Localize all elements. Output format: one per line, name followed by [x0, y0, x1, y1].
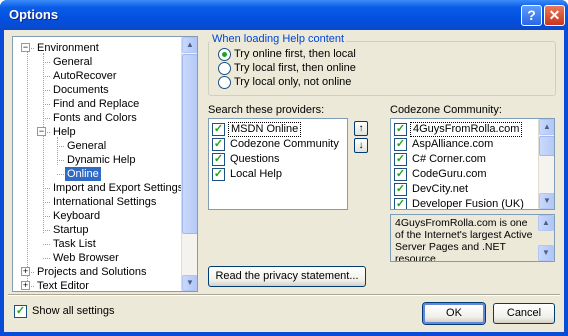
- codezone-label: Codezone Community:: [390, 104, 502, 116]
- ok-button[interactable]: OK: [423, 303, 485, 324]
- tree-item-label: Help: [53, 126, 76, 138]
- move-up-button[interactable]: ↑: [354, 121, 368, 136]
- dialog-body: Environment − General AutoRecover Documents F…: [4, 30, 564, 332]
- radio-button-icon[interactable]: [218, 62, 231, 75]
- description-scroll-down-button[interactable]: ▼: [538, 245, 554, 261]
- codezone-scroll-thumb[interactable]: [539, 136, 554, 156]
- description-scrollbar[interactable]: ▲ ▼: [538, 215, 554, 261]
- tree-expander-icon[interactable]: −: [37, 127, 46, 136]
- show-all-settings-check-icon: ✓: [14, 305, 27, 318]
- radio-button-icon[interactable]: [218, 48, 231, 61]
- tree-connector: [43, 216, 50, 217]
- providers-list[interactable]: ✓ MSDN Online ✓ Codezone Community ✓ Question…: [208, 118, 348, 210]
- settings-tree[interactable]: Environment − General AutoRecover Documents F…: [12, 36, 198, 292]
- tree-item-label: Online: [65, 167, 101, 181]
- help-loading-group-title: When loading Help content: [210, 33, 347, 45]
- list-item-label: MSDN Online: [228, 122, 302, 137]
- tree-item-label: Dynamic Help: [67, 154, 136, 166]
- cancel-button[interactable]: Cancel: [493, 303, 555, 324]
- privacy-statement-button[interactable]: Read the privacy statement...: [208, 266, 366, 287]
- close-button[interactable]: ✕: [544, 5, 565, 26]
- checkbox-icon[interactable]: ✓: [394, 183, 407, 196]
- tree-scroll-up-button[interactable]: ▲: [182, 37, 197, 53]
- checkbox-icon[interactable]: ✓: [394, 138, 407, 151]
- help-loading-option-label: Try online first, then local: [234, 48, 356, 60]
- list-item-label: 4GuysFromRolla.com: [410, 122, 523, 137]
- list-item-label: AspAlliance.com: [412, 138, 494, 150]
- move-down-button[interactable]: ↓: [354, 138, 368, 153]
- codezone-description: 4GuysFromRolla.com is one of the Interne…: [390, 214, 555, 262]
- tree-item-label: Documents: [53, 84, 109, 96]
- tree-item-label: Find and Replace: [53, 98, 140, 110]
- footer-separator: [8, 294, 560, 296]
- tree-connector: [57, 174, 64, 175]
- list-item-label: DevCity.net: [412, 183, 469, 195]
- codezone-list[interactable]: ✓ 4GuysFromRolla.com ✓ AspAlliance.com ✓ C# C…: [390, 118, 555, 210]
- checkbox-icon[interactable]: ✓: [212, 153, 225, 166]
- providers-label: Search these providers:: [208, 104, 325, 116]
- tree-item-label: Text Editor: [37, 280, 89, 292]
- tree-item-label: Startup: [53, 224, 89, 236]
- tree-item-label: Fonts and Colors: [53, 112, 137, 124]
- window-title: Options: [9, 7, 59, 22]
- description-scroll-up-button[interactable]: ▲: [538, 215, 554, 231]
- tree-connector-environment: [43, 53, 44, 233]
- tree-item-label: Import and Export Settings: [53, 182, 184, 194]
- tree-scroll-down-button[interactable]: ▼: [182, 275, 197, 291]
- list-item-label: Local Help: [230, 168, 282, 180]
- tree-connector: [43, 104, 50, 105]
- codezone-scrollbar[interactable]: ▲ ▼: [538, 119, 554, 209]
- tree-item-label: General: [53, 56, 93, 68]
- tree-item-label: Projects and Solutions: [37, 266, 147, 278]
- checkbox-icon[interactable]: ✓: [394, 153, 407, 166]
- list-item-label: C# Corner.com: [412, 153, 486, 165]
- tree-scroll-thumb[interactable]: [182, 54, 197, 234]
- tree-expander-icon[interactable]: +: [21, 267, 30, 276]
- show-all-settings-label: Show all settings: [32, 305, 115, 317]
- tree-connector: [43, 90, 50, 91]
- tree-connector: [43, 258, 50, 259]
- tree-item-label: Environment: [37, 42, 99, 54]
- tree-item-label: AutoRecover: [53, 70, 117, 82]
- tree-connector: [57, 160, 64, 161]
- help-button[interactable]: ?: [521, 5, 542, 26]
- checkbox-icon[interactable]: ✓: [394, 123, 407, 136]
- tree-connector: [43, 244, 50, 245]
- list-item-label: CodeGuru.com: [412, 168, 487, 180]
- tree-connector: [57, 146, 64, 147]
- tree-scrollbar[interactable]: ▲ ▼: [181, 37, 197, 291]
- checkbox-icon[interactable]: ✓: [212, 168, 225, 181]
- title-bar[interactable]: Options ? ✕: [0, 0, 568, 30]
- help-loading-option-label: Try local first, then online: [234, 62, 356, 74]
- codezone-scroll-down-button[interactable]: ▼: [539, 193, 554, 209]
- radio-button-icon[interactable]: [218, 76, 231, 89]
- tree-connector-root: [27, 49, 28, 289]
- tree-connector: [43, 188, 50, 189]
- codezone-scroll-up-button[interactable]: ▲: [539, 119, 554, 135]
- tree-expander-icon[interactable]: −: [21, 43, 30, 52]
- list-item-label: Developer Fusion (UK): [412, 198, 524, 210]
- tree-item-label: International Settings: [53, 196, 157, 208]
- checkbox-icon[interactable]: ✓: [394, 168, 407, 181]
- checkbox-icon[interactable]: ✓: [212, 123, 225, 136]
- checkbox-icon[interactable]: ✓: [394, 198, 407, 209]
- codezone-description-text: 4GuysFromRolla.com is one of the Interne…: [395, 217, 533, 262]
- options-dialog: Options ? ✕ Environment − General AutoRecov…: [0, 0, 568, 336]
- tree-connector: [43, 76, 50, 77]
- tree-connector: [43, 202, 50, 203]
- tree-connector: [43, 118, 50, 119]
- tree-item-label: Web Browser: [53, 252, 119, 264]
- help-loading-option-label: Try local only, not online: [234, 76, 352, 88]
- tree-expander-icon[interactable]: +: [21, 281, 30, 290]
- checkbox-icon[interactable]: ✓: [212, 138, 225, 151]
- list-item-label: Questions: [230, 153, 280, 165]
- tree-item-label: General: [67, 140, 107, 152]
- tree-connector: [43, 230, 50, 231]
- tree-connector: [43, 62, 50, 63]
- list-item-label: Codezone Community: [230, 138, 339, 150]
- tree-item-label: Keyboard: [53, 210, 101, 222]
- tree-item-label: Task List: [53, 238, 96, 250]
